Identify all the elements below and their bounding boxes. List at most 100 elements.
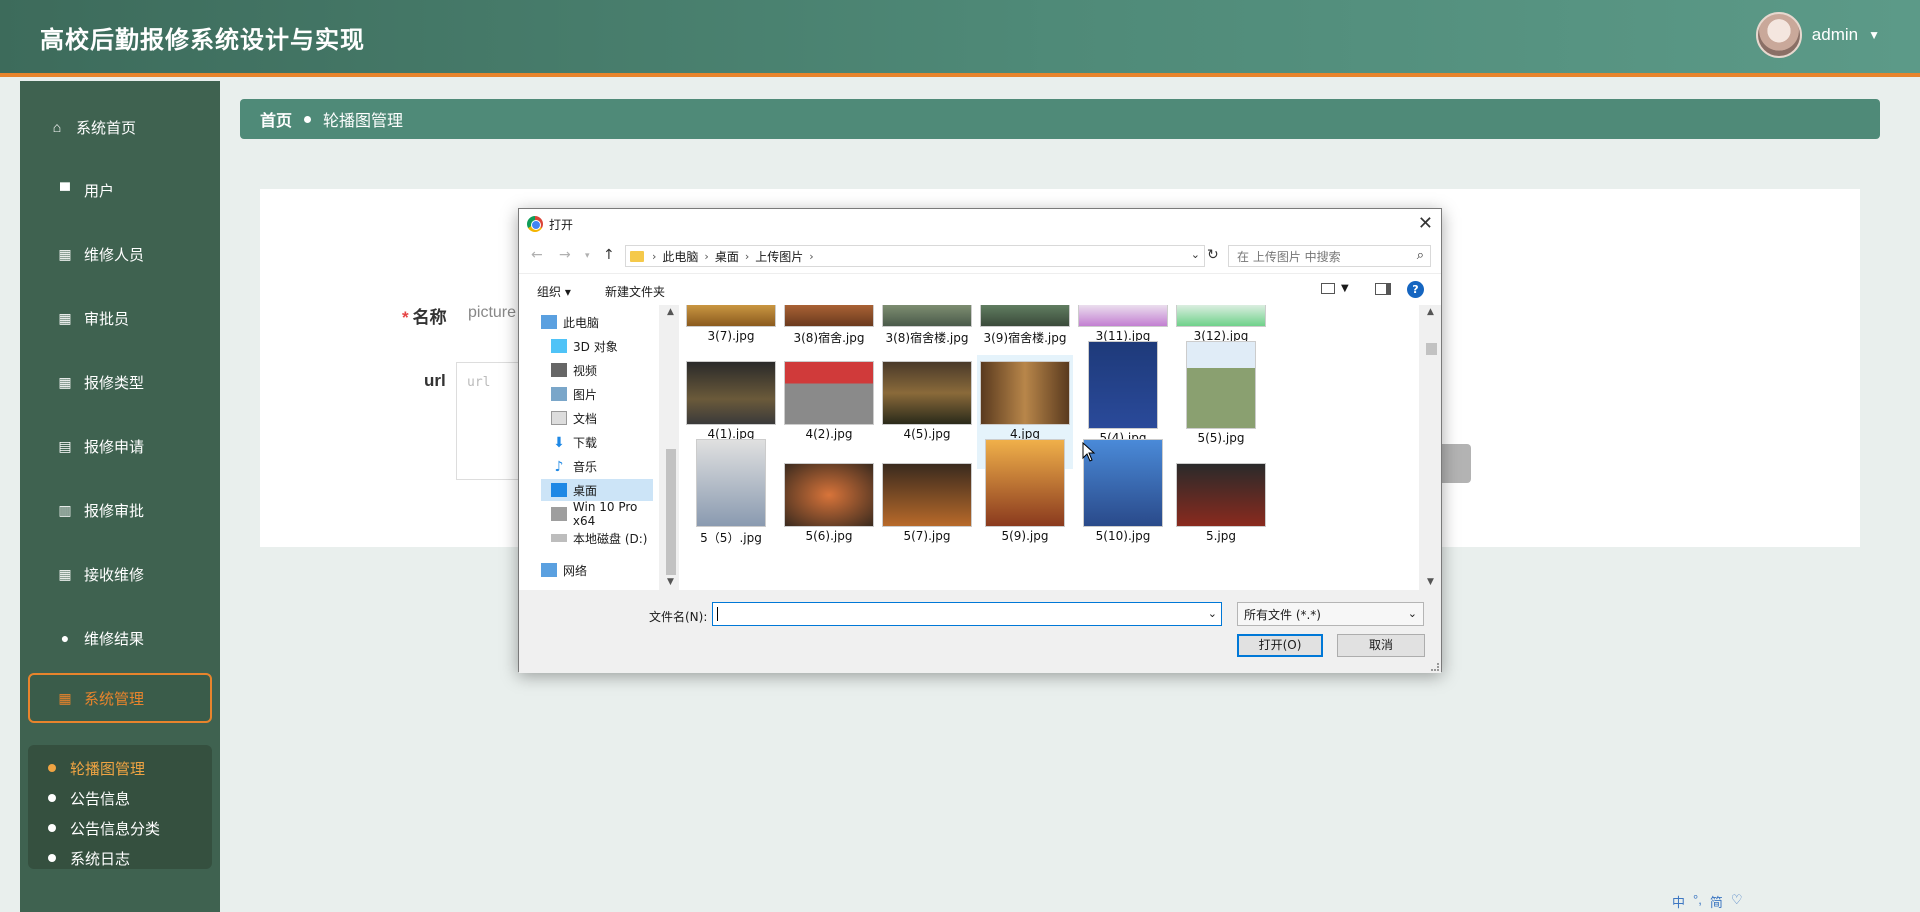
ime-toolbar[interactable]: 中 °, 简 ♡ bbox=[1672, 892, 1764, 912]
nav-item-desktop[interactable]: 桌面 bbox=[541, 479, 653, 501]
nav-item-downloads[interactable]: ⬇ 下载 bbox=[551, 431, 663, 453]
sidebar-item-home[interactable]: ⌂ 系统首页 bbox=[28, 102, 212, 152]
breadcrumb-home[interactable]: 首页 bbox=[260, 107, 292, 131]
submenu-item-announcements[interactable]: 公告信息 bbox=[28, 783, 212, 813]
dialog-toolbar: 组织 ▾ 新建文件夹 ▼ ? bbox=[519, 273, 1441, 305]
open-button[interactable]: 打开(O) bbox=[1237, 634, 1323, 657]
sidebar-item-system-management[interactable]: ▦ 系统管理 bbox=[28, 673, 212, 723]
forward-arrow-icon[interactable]: → bbox=[559, 247, 571, 263]
user-menu[interactable]: admin ▼ bbox=[1755, 12, 1880, 58]
mouse-cursor-icon bbox=[1082, 442, 1096, 462]
ime-punctuation[interactable]: °, bbox=[1693, 892, 1702, 912]
chevron-down-icon[interactable]: ▼ bbox=[1341, 283, 1349, 294]
sidebar-item-approvers[interactable]: ▦ 审批员 bbox=[28, 293, 212, 343]
submenu-item-label: 公告信息 bbox=[70, 790, 131, 808]
resize-grip-icon[interactable] bbox=[1431, 663, 1439, 671]
scroll-down-icon[interactable]: ▼ bbox=[667, 577, 674, 587]
monitor-icon: ▀ bbox=[60, 182, 70, 198]
username[interactable]: admin bbox=[1812, 25, 1858, 45]
file-item[interactable]: 4(5).jpg bbox=[879, 361, 975, 441]
file-item[interactable]: 3(8)宿舍楼.jpg bbox=[879, 305, 975, 346]
image-thumbnail bbox=[1176, 305, 1266, 327]
bullet-icon bbox=[48, 764, 56, 772]
music-icon: ♪ bbox=[554, 459, 564, 475]
search-icon[interactable]: ⌕ bbox=[1417, 248, 1424, 263]
chevron-down-icon[interactable]: ⌄ bbox=[1191, 248, 1200, 261]
nav-item-network[interactable]: 网络 bbox=[541, 559, 653, 581]
nav-scrollbar-thumb[interactable] bbox=[666, 449, 676, 575]
nav-item-this-pc[interactable]: 此电脑 bbox=[541, 311, 653, 333]
scroll-up-icon[interactable]: ▲ bbox=[667, 307, 674, 317]
submenu-item-announcement-categories[interactable]: 公告信息分类 bbox=[28, 813, 212, 843]
chevron-down-icon[interactable]: ⌄ bbox=[1408, 607, 1417, 620]
filename-input[interactable]: ⌄ bbox=[712, 602, 1222, 626]
sidebar-item-repairers[interactable]: ▦ 维修人员 bbox=[28, 229, 212, 279]
path-segment[interactable]: 桌面 bbox=[715, 248, 739, 265]
close-icon[interactable]: ✕ bbox=[1418, 213, 1433, 234]
file-item[interactable]: 5(6).jpg bbox=[781, 463, 877, 543]
organize-button[interactable]: 组织 ▾ bbox=[537, 283, 571, 300]
sidebar-item-repair-approval[interactable]: ▥ 报修审批 bbox=[28, 485, 212, 535]
file-item[interactable]: 5.jpg bbox=[1173, 463, 1269, 543]
nav-item-music[interactable]: ♪ 音乐 bbox=[551, 455, 663, 477]
ime-charset[interactable]: 简 bbox=[1710, 892, 1723, 912]
image-thumbnail bbox=[686, 361, 776, 425]
sidebar-item-repair-results[interactable]: ● 维修结果 bbox=[28, 613, 212, 663]
ime-mode[interactable]: 中 bbox=[1672, 892, 1685, 912]
file-item[interactable]: 5(4).jpg bbox=[1075, 341, 1171, 445]
sidebar-item-users[interactable]: ▀ 用户 bbox=[28, 165, 212, 215]
url-placeholder: url bbox=[467, 375, 491, 390]
scroll-up-icon[interactable]: ▲ bbox=[1427, 307, 1434, 317]
desktop-icon bbox=[551, 483, 567, 497]
ime-skin[interactable]: ♡ bbox=[1731, 892, 1743, 912]
sidebar-item-label: 报修审批 bbox=[84, 502, 145, 520]
nav-item-system-drive[interactable]: Win 10 Pro x64 bbox=[551, 500, 663, 528]
file-item[interactable]: 5(5).jpg bbox=[1173, 341, 1269, 445]
nav-item-local-disk-d[interactable]: 本地磁盘 (D:) bbox=[551, 527, 663, 549]
avatar[interactable] bbox=[1755, 12, 1802, 58]
view-mode-icon[interactable] bbox=[1321, 283, 1335, 294]
chevron-down-icon[interactable]: ⌄ bbox=[1208, 607, 1217, 620]
file-item[interactable]: 3(11).jpg bbox=[1075, 305, 1171, 343]
sidebar-item-label: 用户 bbox=[84, 182, 115, 200]
back-arrow-icon[interactable]: ← bbox=[531, 247, 543, 263]
new-folder-button[interactable]: 新建文件夹 bbox=[605, 283, 665, 300]
file-item[interactable]: 3(8)宿舍.jpg bbox=[781, 305, 877, 346]
filetype-select[interactable]: 所有文件 (*.*) ⌄ bbox=[1237, 602, 1424, 626]
cancel-button[interactable]: 取消 bbox=[1337, 634, 1425, 657]
sidebar-item-repair-requests[interactable]: ▤ 报修申请 bbox=[28, 421, 212, 471]
file-item[interactable]: 3(7).jpg bbox=[683, 305, 779, 343]
file-item[interactable]: 3(9)宿舍楼.jpg bbox=[977, 305, 1073, 346]
chevron-down-icon[interactable]: ▼ bbox=[1868, 28, 1880, 42]
nav-item-pictures[interactable]: 图片 bbox=[551, 383, 663, 405]
nav-item-videos[interactable]: 视频 bbox=[551, 359, 663, 381]
scroll-down-icon[interactable]: ▼ bbox=[1427, 577, 1434, 587]
nav-item-3d-objects[interactable]: 3D 对象 bbox=[551, 335, 663, 357]
file-item[interactable]: 5(9).jpg bbox=[977, 439, 1073, 543]
file-item[interactable]: 4(1).jpg bbox=[683, 361, 779, 441]
name-field[interactable]: picture bbox=[468, 304, 516, 322]
drive-icon bbox=[551, 507, 567, 521]
image-thumbnail bbox=[784, 361, 874, 425]
file-item[interactable]: 5(7).jpg bbox=[879, 463, 975, 543]
sidebar-item-repair-types[interactable]: ▦ 报修类型 bbox=[28, 357, 212, 407]
upload-button[interactable] bbox=[1441, 444, 1471, 483]
path-segment[interactable]: 上传图片 bbox=[755, 248, 803, 265]
file-item[interactable]: 4(2).jpg bbox=[781, 361, 877, 441]
files-scrollbar-thumb[interactable] bbox=[1426, 343, 1437, 355]
file-item[interactable]: 5（5）.jpg bbox=[683, 439, 779, 546]
submenu-item-system-logs[interactable]: 系统日志 bbox=[28, 843, 212, 873]
sidebar-item-label: 审批员 bbox=[84, 310, 130, 328]
search-input[interactable]: 在 上传图片 中搜索 ⌕ bbox=[1228, 245, 1431, 267]
submenu-item-carousel[interactable]: 轮播图管理 bbox=[28, 753, 212, 783]
path-segment[interactable]: 此电脑 bbox=[662, 248, 698, 265]
up-arrow-icon[interactable]: ↑ bbox=[603, 247, 615, 263]
address-bar[interactable]: › 此电脑 › 桌面 › 上传图片 › ⌄ bbox=[625, 245, 1205, 267]
refresh-icon[interactable]: ↻ bbox=[1207, 247, 1219, 263]
nav-item-documents[interactable]: 文档 bbox=[551, 407, 663, 429]
preview-pane-icon[interactable] bbox=[1375, 283, 1391, 295]
file-item[interactable]: 3(12).jpg bbox=[1173, 305, 1269, 343]
help-icon[interactable]: ? bbox=[1407, 281, 1424, 298]
recent-dropdown-icon[interactable]: ▾ bbox=[585, 251, 590, 261]
sidebar-item-receive-repair[interactable]: ▦ 接收维修 bbox=[28, 549, 212, 599]
